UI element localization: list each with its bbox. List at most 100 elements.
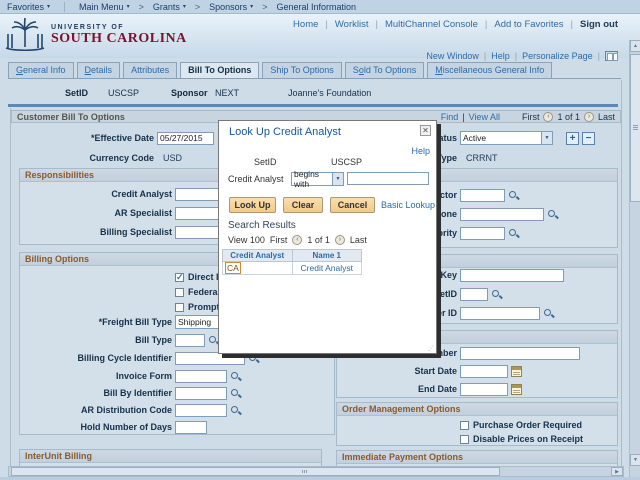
search-icon[interactable] <box>508 228 519 239</box>
worklist-link[interactable]: Worklist <box>335 19 369 30</box>
vertical-scrollbar[interactable]: ▲ ▼ <box>629 40 640 478</box>
tab-sold-to-options[interactable]: Sold To Options <box>345 62 424 78</box>
scroll-right-icon[interactable]: ▶ <box>611 467 623 476</box>
pager-separator: | <box>462 112 464 122</box>
search-icon[interactable] <box>230 405 241 416</box>
ar-distribution-code-input[interactable] <box>175 404 227 417</box>
calendar-icon[interactable] <box>511 366 522 377</box>
end-date-input[interactable] <box>460 383 508 396</box>
disable-prices-checkbox[interactable] <box>460 435 469 444</box>
tab-ship-to-options[interactable]: Ship To Options <box>262 62 341 78</box>
scroll-up-icon[interactable]: ▲ <box>630 40 640 52</box>
view-100-link[interactable]: View 100 <box>228 235 265 245</box>
dialog-setid-label: SetID <box>254 157 277 167</box>
nav-separator: | <box>375 19 377 30</box>
personalize-page-link[interactable]: Personalize Page <box>522 51 593 61</box>
logo-line1: UNIVERSITY OF <box>51 24 187 31</box>
search-icon[interactable] <box>491 289 502 300</box>
add-row-button[interactable]: + <box>566 132 579 145</box>
previous-row-icon[interactable]: ‹ <box>543 112 553 122</box>
number-input[interactable] <box>460 347 580 360</box>
bill-by-identifier-input[interactable] <box>175 387 227 400</box>
search-icon[interactable] <box>543 308 554 319</box>
phone-input[interactable] <box>460 208 544 221</box>
sponsor-name: Joanne's Foundation <box>288 88 371 98</box>
tab-general-info[interactable]: General Info <box>8 62 74 78</box>
scroll-down-icon[interactable]: ▼ <box>630 454 640 466</box>
tab-details[interactable]: Details <box>77 62 121 78</box>
hold-number-of-days-input[interactable] <box>175 421 207 434</box>
credit-analyst-search-input[interactable] <box>347 172 429 185</box>
next-row-icon[interactable]: › <box>584 112 594 122</box>
cancel-button[interactable]: Cancel <box>330 197 375 213</box>
next-page-icon[interactable]: › <box>335 235 345 245</box>
sign-out-link[interactable]: Sign out <box>580 19 618 30</box>
search-icon[interactable] <box>508 190 519 201</box>
search-icon[interactable] <box>230 371 241 382</box>
help-link[interactable]: Help <box>491 51 510 61</box>
search-icon[interactable] <box>547 209 558 220</box>
result-count: 1 of 1 <box>307 235 330 245</box>
results-header-row: Credit Analyst Name 1 <box>223 250 362 262</box>
breadcrumb-main-menu[interactable]: Main Menu▾ <box>79 2 130 12</box>
setid-lookup-input[interactable] <box>460 288 488 301</box>
collector-input[interactable] <box>460 189 505 202</box>
hold-number-of-days-row: Hold Number of Days <box>19 420 207 434</box>
vertical-scrollbar-thumb[interactable] <box>630 54 640 202</box>
sponsor-label: Sponsor <box>171 88 208 98</box>
freight-bill-type-label: *Freight Bill Type <box>19 317 175 327</box>
dialog-help-link[interactable]: Help <box>411 146 430 156</box>
purchase-order-required-checkbox[interactable] <box>460 421 469 430</box>
operator-select[interactable]: begins with▼ <box>291 172 344 186</box>
er-id-input[interactable] <box>460 307 540 320</box>
horizontal-scrollbar[interactable]: ▶ <box>8 466 624 477</box>
result-credit-analyst-link[interactable]: CA <box>225 262 241 274</box>
clear-button[interactable]: Clear <box>283 197 323 213</box>
prompt-for-checkbox[interactable] <box>175 303 184 312</box>
result-name-link[interactable]: Credit Analyst <box>295 263 360 273</box>
close-icon[interactable]: ✕ <box>420 125 431 136</box>
multichannel-console-link[interactable]: MultiChannel Console <box>385 19 478 30</box>
breadcrumb-divider <box>64 2 65 12</box>
personalize-layout-icon[interactable] <box>605 51 618 61</box>
tab-attributes[interactable]: Attributes <box>123 62 177 78</box>
delete-row-button[interactable]: − <box>582 132 595 145</box>
breadcrumb-favorites[interactable]: Favorites▾ <box>7 2 50 12</box>
look-up-button[interactable]: Look Up <box>229 197 276 213</box>
breadcrumb-sponsors[interactable]: Sponsors▾ <box>209 2 253 12</box>
dropdown-arrow-icon[interactable]: ▼ <box>332 173 343 185</box>
federal-highway-checkbox[interactable] <box>175 288 184 297</box>
add-to-favorites-link[interactable]: Add to Favorites <box>494 19 563 30</box>
breadcrumb-grants[interactable]: Grants▾ <box>153 2 186 12</box>
effective-date-input[interactable] <box>157 132 214 145</box>
purchase-order-required-label: Purchase Order Required <box>473 420 582 430</box>
calendar-icon[interactable] <box>511 384 522 395</box>
bill-type-input[interactable] <box>175 334 205 347</box>
dropdown-arrow-icon[interactable]: ▼ <box>541 132 552 144</box>
new-window-link[interactable]: New Window <box>426 51 479 61</box>
home-link[interactable]: Home <box>293 19 318 30</box>
key-input[interactable] <box>460 269 564 282</box>
breadcrumb-label: General Information <box>276 2 356 12</box>
resize-grip-icon[interactable]: ⋰ <box>428 346 434 352</box>
invoice-form-input[interactable] <box>175 370 227 383</box>
federal-highway-row: Federal H <box>19 285 229 299</box>
search-icon[interactable] <box>230 388 241 399</box>
search-icon[interactable] <box>248 353 259 364</box>
start-date-input[interactable] <box>460 365 508 378</box>
authority-input[interactable] <box>460 227 505 240</box>
ar-distribution-code-label: AR Distribution Code <box>19 405 175 415</box>
find-link[interactable]: Find <box>441 112 459 122</box>
horizontal-scrollbar-thumb[interactable] <box>11 467 500 476</box>
billing-cycle-identifier-label: Billing Cycle Identifier <box>19 353 175 363</box>
previous-page-icon[interactable]: ‹ <box>292 235 302 245</box>
header-nav: Home| Worklist| MultiChannel Console| Ad… <box>293 19 618 30</box>
tab-miscellaneous-general-info[interactable]: Miscellaneous General Info <box>427 62 552 78</box>
tab-bill-to-options[interactable]: Bill To Options <box>180 62 259 78</box>
currency-row: Currency Code USD <box>8 151 182 165</box>
start-date-label: Start Date <box>336 366 460 376</box>
basic-lookup-link[interactable]: Basic Lookup <box>381 200 435 210</box>
view-all-link[interactable]: View All <box>469 112 500 122</box>
status-select[interactable]: Active▼ <box>460 131 553 145</box>
direct-invoicing-checkbox[interactable] <box>175 273 184 282</box>
